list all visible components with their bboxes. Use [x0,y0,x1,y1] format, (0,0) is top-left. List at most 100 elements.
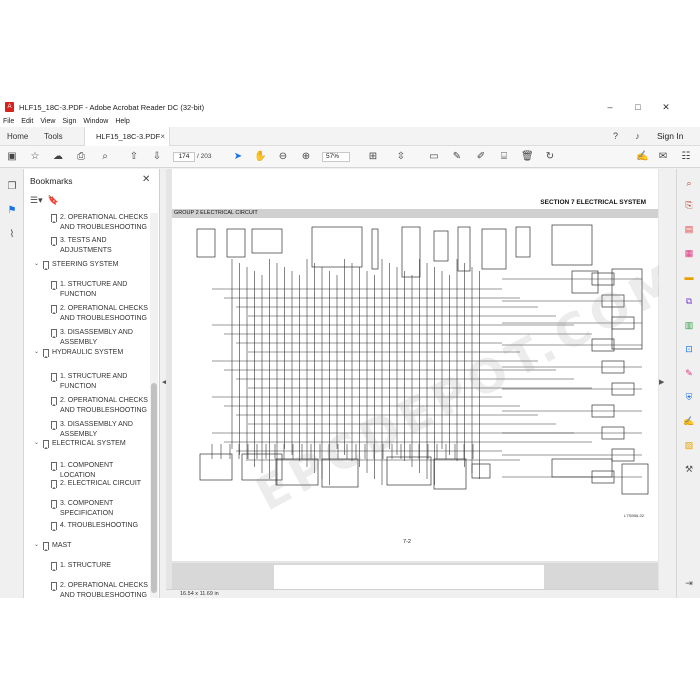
bookmark-item[interactable]: 4. TROUBLESHOOTING [51,521,150,531]
component-box [433,230,449,262]
print-icon[interactable]: ⎙ [75,151,87,163]
next-page-strip [172,563,658,589]
component-box [199,453,233,481]
bookmark-options-icon[interactable]: ☰▾ 🔖 [30,195,59,206]
rotate-icon[interactable]: ↻ [544,151,556,163]
bookmark-item[interactable]: 3. COMPONENT SPECIFICATION [51,499,150,518]
organize-pages-icon[interactable]: ▥ [683,319,695,331]
bookmark-section[interactable]: ⌄ ELECTRICAL SYSTEM [34,439,150,449]
sign-in-button[interactable]: Sign In [657,127,683,146]
menu-file[interactable]: File [3,118,14,125]
more-tools-rail-icon[interactable]: ⚒ [683,463,695,475]
bookmark-item[interactable]: 2. OPERATIONAL CHECKS AND TROUBLESHOOTIN… [51,304,150,323]
bookmark-item[interactable]: 2. OPERATIONAL CHECKS AND TROUBLESHOOTIN… [51,396,150,415]
collapse-right-panel-icon[interactable]: ▶ [659,378,664,386]
search-icon[interactable]: ⌕ [99,151,111,163]
bookmark-item[interactable]: 2. OPERATIONAL CHECKS AND TROUBLESHOOTIN… [51,213,150,232]
scroll-mode-icon[interactable]: ⇳ [395,151,407,163]
highlight-pen-icon[interactable]: ✎ [451,151,463,163]
minimize-button[interactable]: – [597,98,623,116]
fill-sign-tool-icon[interactable]: ✎ [683,367,695,379]
bookmark-icon [43,349,49,358]
bookmark-label: 2. OPERATIONAL CHECKS AND TROUBLESHOOTIN… [60,214,148,231]
zoom-in-icon[interactable]: ⊕ [300,151,312,163]
bookmark-item[interactable]: 2. ELECTRICAL CIRCUIT [51,479,150,489]
protect-icon[interactable]: ⛨ [683,391,695,403]
electrical-circuit-diagram [196,224,649,495]
combine-files-icon[interactable]: ⧉ [683,295,695,307]
menu-view[interactable]: View [40,118,55,125]
bookmark-section[interactable]: ⌄ STEERING SYSTEM [34,260,150,270]
compress-pdf-icon[interactable]: ⊡ [683,343,695,355]
previous-page-icon[interactable]: ⇧ [128,151,140,163]
close-panel-icon[interactable]: ✕ [142,174,150,185]
request-signature-icon[interactable]: ✍ [683,415,695,427]
bookmark-item[interactable]: 2. OPERATIONAL CHECKS AND TROUBLESHOOTIN… [51,581,150,598]
component-box [401,226,421,278]
component-box [311,226,363,268]
page-thumbnails-icon[interactable]: ❐ [6,181,18,193]
prepare-form-icon[interactable]: ▧ [683,439,695,451]
bookmark-item[interactable]: 1. STRUCTURE AND FUNCTION [51,372,150,391]
tab-home[interactable]: Home [7,127,28,146]
page-number-input[interactable]: 174 [173,152,195,162]
bookmarks-icon[interactable]: ⚑ [6,205,18,217]
bookmark-item[interactable]: 3. DISASSEMBLY AND ASSEMBLY [51,420,150,439]
hand-tool-icon[interactable]: ✋ [254,151,266,163]
collapse-rail-icon[interactable]: ⇥ [683,577,695,589]
chevron-down-icon[interactable]: ⌄ [34,439,39,449]
more-tools-icon[interactable]: ☷ [680,151,692,163]
bookmark-star-icon[interactable]: ☆ [29,151,41,163]
draw-icon[interactable]: ✐ [475,151,487,163]
chevron-down-icon[interactable]: ⌄ [34,348,39,358]
tab-document[interactable]: HLF15_18C-3.PDF × [84,127,170,147]
share-mail-icon[interactable]: ✉ [657,151,669,163]
bookmarks-scrollbar[interactable] [150,213,158,598]
menu-help[interactable]: Help [115,118,129,125]
edit-pdf-icon[interactable]: ▦ [683,247,695,259]
search-tool-icon[interactable]: ⌕ [683,177,695,189]
fill-sign-icon[interactable]: ⌸ [498,151,510,163]
comment-tool-icon[interactable]: ▬ [683,271,695,283]
bookmark-label: 3. TESTS AND ADJUSTMENTS [60,237,112,254]
bookmark-item[interactable]: 3. TESTS AND ADJUSTMENTS [51,236,150,255]
document-viewport[interactable]: SECTION 7 ELECTRICAL SYSTEM GROUP 2 ELEC… [166,169,659,589]
next-page-icon[interactable]: ⇩ [151,151,163,163]
bookmark-item[interactable]: 1. STRUCTURE AND FUNCTION [51,280,150,299]
zoom-out-icon[interactable]: ⊖ [277,151,289,163]
bookmark-item[interactable]: 3. DISASSEMBLY AND ASSEMBLY [51,328,150,347]
save-icon[interactable]: ▣ [6,151,18,163]
bookmark-section[interactable]: ⌄ HYDRAULIC SYSTEM [34,348,150,358]
comment-icon[interactable]: ▭ [428,151,440,163]
bookmark-item[interactable]: 1. COMPONENT LOCATION [51,461,150,480]
close-button[interactable]: ✕ [653,98,679,116]
bookmark-section[interactable]: ⌄ MAST [34,541,150,551]
component-box [551,458,613,478]
bookmark-label: 2. OPERATIONAL CHECKS AND TROUBLESHOOTIN… [60,305,148,322]
bookmark-icon [51,373,57,382]
sign-icon[interactable]: ✍ [636,151,648,163]
upload-cloud-icon[interactable]: ☁ [52,151,64,163]
tab-tools[interactable]: Tools [44,127,63,146]
attachments-icon[interactable]: ⌇ [6,229,18,241]
acrobat-window: A HLF15_18C-3.PDF - Adobe Acrobat Reader… [0,98,700,598]
zoom-level-select[interactable]: 57% [322,152,350,162]
notification-bell-icon[interactable]: ♪ [632,131,643,142]
export-pdf-icon[interactable]: ⎘ [683,199,695,211]
scroll-thumb[interactable] [151,383,157,593]
maximize-button[interactable]: □ [625,98,651,116]
document-scrollbar[interactable] [667,169,676,598]
menu-sign[interactable]: Sign [62,118,76,125]
close-tab-icon[interactable]: × [160,127,165,146]
create-pdf-icon[interactable]: ▤ [683,223,695,235]
bookmark-icon [51,214,57,223]
delete-icon[interactable]: 🗑 [521,151,534,163]
bookmark-item[interactable]: 1. STRUCTURE [51,561,150,571]
menu-edit[interactable]: Edit [21,118,33,125]
chevron-down-icon[interactable]: ⌄ [34,260,39,270]
menu-window[interactable]: Window [83,118,108,125]
help-icon[interactable]: ? [610,131,621,142]
page-view-icon[interactable]: ⊞ [367,151,379,163]
select-cursor-icon[interactable]: ➤ [232,151,244,163]
chevron-down-icon[interactable]: ⌄ [34,541,39,551]
